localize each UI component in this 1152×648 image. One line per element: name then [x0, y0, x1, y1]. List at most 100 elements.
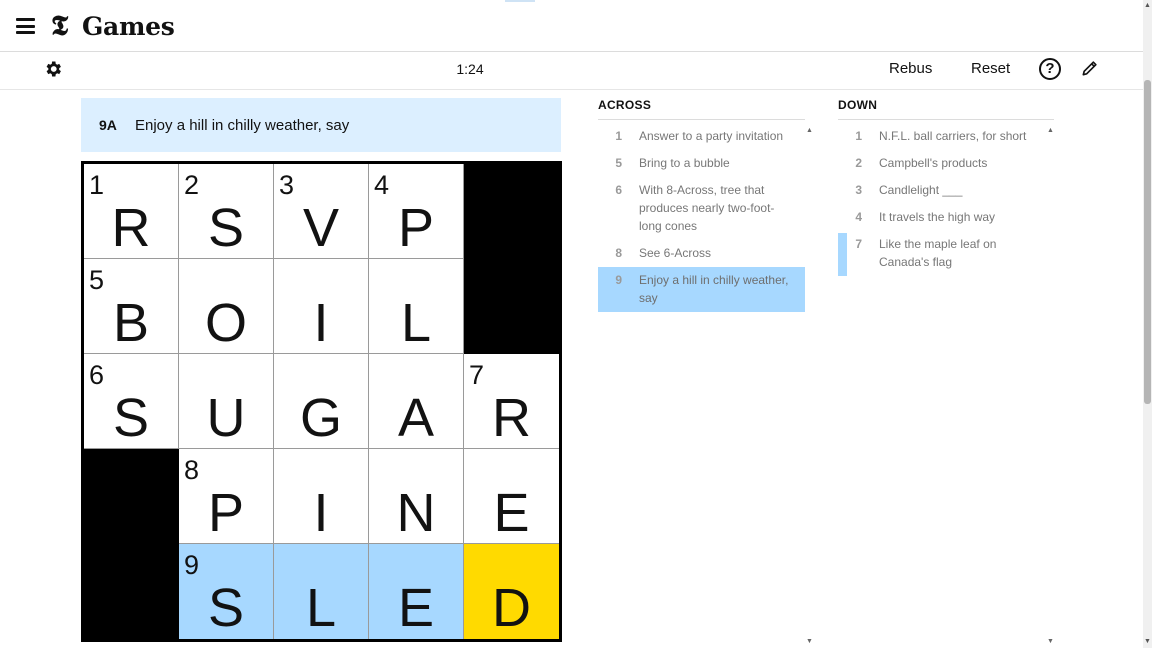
- clue-text: Enjoy a hill in chilly weather, say: [639, 273, 789, 305]
- current-clue-text: Enjoy a hill in chilly weather, say: [135, 117, 350, 134]
- clue-number: 2: [855, 156, 862, 170]
- grid-cell[interactable]: I: [274, 259, 369, 354]
- cell-letter: R: [492, 388, 531, 448]
- clue-number: 4: [855, 210, 862, 224]
- grid-cell[interactable]: L: [369, 259, 464, 354]
- grid-cell[interactable]: 3V: [274, 164, 369, 259]
- current-clue-bar[interactable]: 9A Enjoy a hill in chilly weather, say: [81, 98, 561, 152]
- grid-cell[interactable]: 6S: [84, 354, 179, 449]
- rebus-button[interactable]: Rebus: [889, 60, 932, 77]
- cell-letter: A: [397, 388, 435, 448]
- clue-number: 9: [615, 273, 622, 287]
- nyt-logo[interactable]: 𝕿: [51, 9, 68, 43]
- cell-number: 8: [184, 455, 200, 485]
- clue-text: Answer to a party invitation: [639, 129, 784, 143]
- puzzle-toolbar: 1:24 Rebus Reset ?: [0, 52, 1143, 90]
- cell-letter: O: [204, 293, 247, 353]
- grid-cell[interactable]: I: [274, 449, 369, 544]
- block-cell: [464, 164, 559, 259]
- cell-number: 2: [184, 170, 200, 200]
- clue-number: 3: [855, 183, 862, 197]
- cell-number: 1: [89, 170, 105, 200]
- cell-letter: V: [302, 198, 340, 258]
- crossword-board: 1R2S3V4P5BOIL6SUGA7R8PINE9SLED: [81, 161, 562, 642]
- cell-letter: E: [397, 578, 435, 638]
- cell-letter: P: [207, 483, 245, 543]
- down-clue-2[interactable]: 2 Campbell's products: [838, 150, 1054, 177]
- down-clue-1[interactable]: 1 N.F.L. ball carriers, for short: [838, 123, 1054, 150]
- down-scroll-down-icon[interactable]: ▼: [1047, 638, 1054, 645]
- cell-letter: B: [112, 293, 150, 353]
- across-clues: 1 Answer to a party invitation 5 Bring to a…: [598, 120, 805, 312]
- grid-cell[interactable]: 7R: [464, 354, 559, 449]
- down-clue-3[interactable]: 3 Candlelight ___: [838, 177, 1054, 204]
- grid-cell[interactable]: E: [369, 544, 464, 639]
- grid-cell[interactable]: 5B: [84, 259, 179, 354]
- cell-number: 7: [469, 360, 485, 390]
- cell-letter: S: [112, 388, 150, 448]
- grid-cell[interactable]: A: [369, 354, 464, 449]
- across-title: ACROSS: [598, 98, 805, 120]
- cell-letter: R: [111, 198, 151, 258]
- cell-number: 6: [89, 360, 105, 390]
- cell-number: 9: [184, 550, 200, 580]
- grid-cell[interactable]: 9S: [179, 544, 274, 639]
- grid-cell[interactable]: N: [369, 449, 464, 544]
- block-cell: [464, 259, 559, 354]
- down-clue-4[interactable]: 4 It travels the high way: [838, 204, 1054, 231]
- clue-text: It travels the high way: [879, 210, 996, 224]
- grid-cell[interactable]: 8P: [179, 449, 274, 544]
- across-scroll-up-icon[interactable]: ▲: [806, 127, 813, 134]
- timer[interactable]: 1:24: [440, 61, 500, 77]
- grid-cell[interactable]: G: [274, 354, 369, 449]
- block-cell: [84, 449, 179, 544]
- reset-button[interactable]: Reset: [971, 60, 1010, 77]
- cell-letter: N: [396, 483, 436, 543]
- hamburger-icon[interactable]: [16, 18, 35, 34]
- cell-number: 5: [89, 265, 105, 295]
- scrollbar-down-icon[interactable]: ▼: [1144, 638, 1151, 645]
- across-scroll-down-icon[interactable]: ▼: [806, 638, 813, 645]
- clue-number: 1: [615, 129, 622, 143]
- clue-number: 6: [615, 183, 622, 197]
- scrollbar-up-icon[interactable]: ▲: [1144, 2, 1151, 9]
- cell-letter: S: [207, 578, 245, 638]
- across-clue-8[interactable]: 8 See 6-Across: [598, 240, 805, 267]
- grid-cell[interactable]: U: [179, 354, 274, 449]
- games-logo-text[interactable]: Games: [82, 11, 175, 43]
- clue-text: With 8-Across, tree that produces nearly…: [639, 183, 775, 233]
- grid-cell[interactable]: 2S: [179, 164, 274, 259]
- block-cell: [84, 544, 179, 639]
- across-clue-1[interactable]: 1 Answer to a party invitation: [598, 123, 805, 150]
- grid-cell[interactable]: 1R: [84, 164, 179, 259]
- across-clue-5[interactable]: 5 Bring to a bubble: [598, 150, 805, 177]
- clue-text: See 6-Across: [639, 246, 712, 260]
- grid-cell[interactable]: 4P: [369, 164, 464, 259]
- grid-cell[interactable]: D: [464, 544, 559, 639]
- clue-text: N.F.L. ball carriers, for short: [879, 129, 1027, 143]
- clue-number: 1: [855, 129, 862, 143]
- gear-icon[interactable]: [43, 59, 63, 79]
- across-clue-9[interactable]: 9 Enjoy a hill in chilly weather, say: [598, 267, 805, 312]
- cell-letter: I: [313, 483, 329, 543]
- pencil-icon[interactable]: [1080, 58, 1100, 78]
- cell-letter: U: [206, 388, 246, 448]
- down-clues: 1 N.F.L. ball carriers, for short 2 Campbel…: [838, 120, 1054, 276]
- clue-text: Like the maple leaf on Canada's flag: [879, 237, 997, 269]
- grid-cell[interactable]: E: [464, 449, 559, 544]
- across-clue-6[interactable]: 6 With 8-Across, tree that produces nearl…: [598, 177, 805, 240]
- down-scroll-up-icon[interactable]: ▲: [1047, 127, 1054, 134]
- clue-number: 5: [615, 156, 622, 170]
- header-accent: [505, 0, 535, 2]
- grid-cell[interactable]: O: [179, 259, 274, 354]
- down-clue-7[interactable]: 7 Like the maple leaf on Canada's flag: [838, 231, 1054, 276]
- cell-letter: L: [400, 293, 432, 353]
- cell-letter: I: [313, 293, 329, 353]
- cell-letter: S: [207, 198, 245, 258]
- grid-cell[interactable]: L: [274, 544, 369, 639]
- scrollbar-thumb[interactable]: [1144, 80, 1151, 404]
- cell-letter: L: [305, 578, 337, 638]
- current-clue-label: 9A: [99, 117, 117, 133]
- help-icon[interactable]: ?: [1039, 58, 1061, 80]
- page-scrollbar[interactable]: ▲ ▼: [1143, 0, 1152, 648]
